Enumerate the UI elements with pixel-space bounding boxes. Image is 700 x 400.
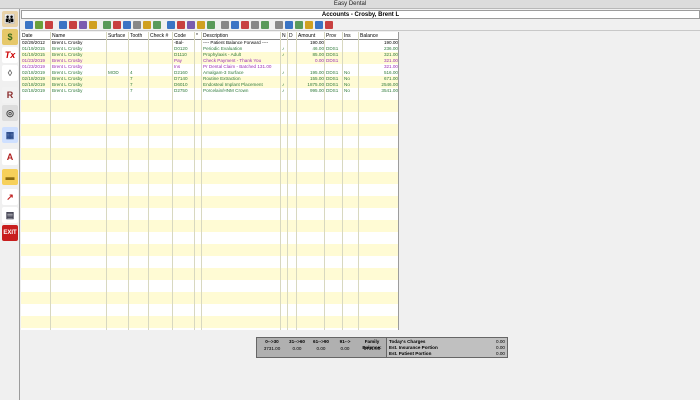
aging-value-61-90: 0.00 bbox=[316, 346, 326, 351]
toolbar-button-5[interactable] bbox=[69, 21, 77, 29]
toolbar-button-24[interactable] bbox=[275, 21, 283, 29]
column-header[interactable]: Name bbox=[51, 32, 107, 40]
toolbar-button-3[interactable] bbox=[45, 21, 53, 29]
grid-line bbox=[201, 32, 202, 330]
grid-line bbox=[296, 32, 297, 330]
toolbar-button-16[interactable] bbox=[187, 21, 195, 29]
pad-icon[interactable]: ▤ bbox=[2, 207, 18, 223]
toolbar-button-9[interactable] bbox=[113, 21, 121, 29]
grid-line bbox=[287, 32, 288, 330]
report-icon[interactable]: ↗ bbox=[2, 189, 18, 205]
column-header[interactable]: Amount bbox=[297, 32, 325, 40]
column-header[interactable]: Balance bbox=[359, 32, 398, 40]
empty-pane bbox=[400, 32, 700, 330]
family-icon[interactable]: 👪 bbox=[2, 11, 18, 27]
grid-line bbox=[128, 32, 129, 330]
toolbar-button-28[interactable] bbox=[315, 21, 323, 29]
summary-label: Est. Patient Portion bbox=[389, 351, 432, 356]
toolbar-button-27[interactable] bbox=[305, 21, 313, 29]
folder-icon[interactable]: ▬ bbox=[2, 169, 18, 185]
grid-line bbox=[148, 32, 149, 330]
aging-header-61-90: 61-->90 bbox=[313, 339, 329, 344]
toolbar-button-26[interactable] bbox=[295, 21, 303, 29]
aging-value-31-60: 0.00 bbox=[292, 346, 302, 351]
window-title: Easy Dental bbox=[0, 0, 700, 9]
toolbar-button-18[interactable] bbox=[207, 21, 215, 29]
tx-icon[interactable]: Tx bbox=[2, 47, 18, 63]
toolbar-button-6[interactable] bbox=[79, 21, 87, 29]
column-header[interactable]: Check # bbox=[149, 32, 173, 40]
toolbar-button-13[interactable] bbox=[153, 21, 161, 29]
column-header[interactable]: Date bbox=[21, 32, 51, 40]
toolbar-button-11[interactable] bbox=[133, 21, 141, 29]
toolbar-button-14[interactable] bbox=[167, 21, 175, 29]
aging-value-0-30: 3731.00 bbox=[263, 346, 281, 351]
page-title: Accounts - Crosby, Brent L bbox=[21, 10, 700, 19]
module-sidebar: 👪 $ Tx ◊ R ◎ ▦ A ▬ ↗ ▤ EXIT bbox=[0, 9, 20, 400]
ledger-table: Date Name Surface Tooth Check # Code * Descript… bbox=[21, 32, 399, 330]
exit-icon[interactable]: EXIT bbox=[2, 225, 18, 241]
aging-header-31-60: 31-->60 bbox=[289, 339, 305, 344]
aging-header-91: 91--> bbox=[339, 339, 351, 344]
toolbar-button-20[interactable] bbox=[231, 21, 239, 29]
column-header[interactable]: Prov bbox=[325, 32, 343, 40]
aging-header-family: Family Balance: bbox=[362, 339, 382, 350]
toolbar-button-2[interactable] bbox=[35, 21, 43, 29]
aging-value-91: 0.00 bbox=[340, 346, 350, 351]
toolbar-button-15[interactable] bbox=[177, 21, 185, 29]
toolbar-button-25[interactable] bbox=[285, 21, 293, 29]
grid-line bbox=[106, 32, 107, 330]
app-window: Easy Dental 👪 $ Tx ◊ R ◎ ▦ A ▬ ↗ ▤ EXIT … bbox=[0, 0, 700, 400]
toolbar-button-7[interactable] bbox=[89, 21, 97, 29]
money-icon[interactable]: $ bbox=[2, 29, 18, 45]
toolbar-button-1[interactable] bbox=[25, 21, 33, 29]
toolbar-button-22[interactable] bbox=[251, 21, 259, 29]
xray-icon[interactable]: ◎ bbox=[2, 105, 18, 121]
grid-line bbox=[280, 32, 281, 330]
toolbar-button-21[interactable] bbox=[241, 21, 249, 29]
tooth-icon[interactable]: ◊ bbox=[2, 65, 18, 81]
grid-line bbox=[194, 32, 195, 330]
summary-panel: Today's Charges 0.00 Est. Insurance Port… bbox=[386, 337, 508, 358]
toolbar-button-17[interactable] bbox=[197, 21, 205, 29]
toolbar-button-23[interactable] bbox=[261, 21, 269, 29]
toolbar-button-8[interactable] bbox=[103, 21, 111, 29]
grid-line bbox=[172, 32, 173, 330]
column-header[interactable]: Tooth bbox=[129, 32, 149, 40]
toolbar-button-10[interactable] bbox=[123, 21, 131, 29]
column-header[interactable]: Ins bbox=[343, 32, 359, 40]
toolbar-button-4[interactable] bbox=[59, 21, 67, 29]
toolbar-button-19[interactable] bbox=[221, 21, 229, 29]
grid-line bbox=[342, 32, 343, 330]
column-header[interactable]: Surface bbox=[107, 32, 129, 40]
summary-row-patient: Est. Patient Portion 0.00 bbox=[389, 351, 507, 357]
grid-line bbox=[358, 32, 359, 330]
chart-icon[interactable]: ▦ bbox=[2, 127, 18, 143]
aging-value-family: 3731.00 bbox=[363, 346, 381, 351]
column-header[interactable]: Code bbox=[173, 32, 195, 40]
summary-value: 0.00 bbox=[496, 351, 505, 356]
letter-icon[interactable]: A bbox=[2, 149, 18, 165]
column-header[interactable]: Description bbox=[202, 32, 281, 40]
toolbar bbox=[21, 19, 700, 31]
aging-header-0-30: 0-->30 bbox=[265, 339, 279, 344]
toolbar-button-12[interactable] bbox=[143, 21, 151, 29]
grid-line bbox=[398, 32, 399, 330]
toolbar-button-29[interactable] bbox=[325, 21, 333, 29]
grid-line bbox=[50, 32, 51, 330]
grid-line bbox=[324, 32, 325, 330]
rx-icon[interactable]: R bbox=[2, 87, 18, 103]
